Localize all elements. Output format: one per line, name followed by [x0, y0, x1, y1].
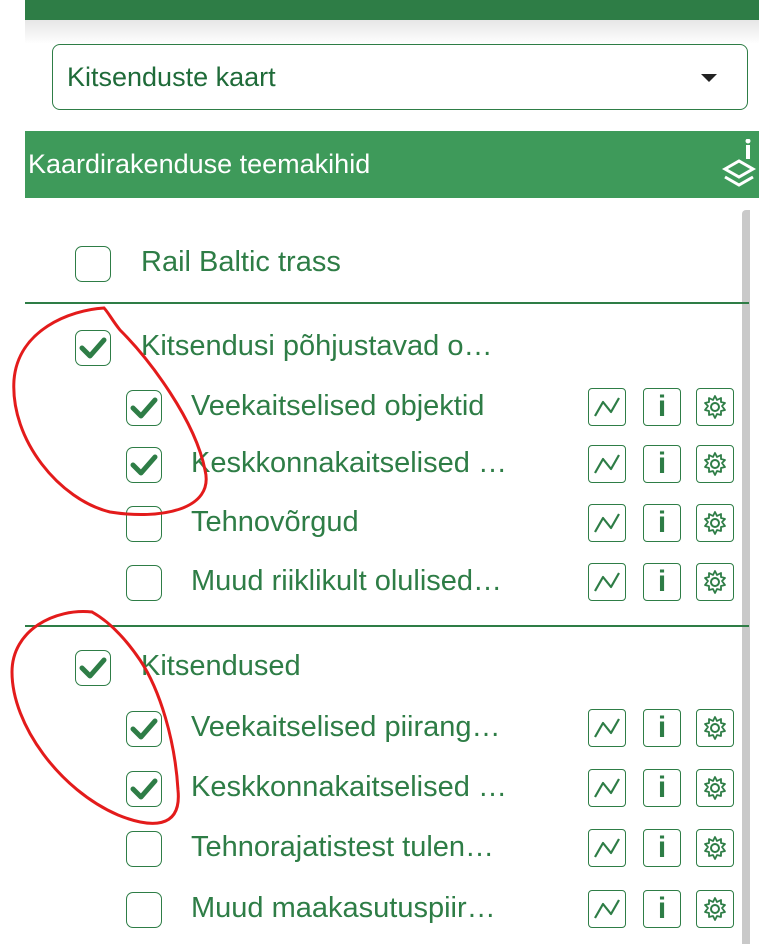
- info-icon[interactable]: i: [643, 709, 681, 747]
- top-bar: [25, 0, 759, 20]
- map-select-dropdown[interactable]: Kitsenduste kaart: [52, 44, 748, 110]
- info-icon[interactable]: i: [643, 445, 681, 483]
- info-glyph: i: [657, 390, 667, 423]
- layer-label-tehnorajatistest[interactable]: Tehnorajatistest tulen…: [191, 831, 561, 864]
- settings-gear-icon[interactable]: [696, 829, 734, 867]
- legend-line-icon[interactable]: [588, 563, 626, 601]
- layer-label-tehnovorgud[interactable]: Tehnovõrgud: [191, 506, 561, 539]
- divider: [25, 302, 749, 304]
- layers-info-icon[interactable]: [719, 139, 759, 191]
- top-bar-shadow: [25, 20, 759, 44]
- info-icon[interactable]: i: [643, 829, 681, 867]
- checkbox-keskkonnakaitselised-2[interactable]: [126, 771, 162, 807]
- check-icon: [130, 454, 158, 476]
- divider: [25, 625, 749, 627]
- checkbox-muud-riiklikult[interactable]: [126, 565, 162, 601]
- layer-label-veekaitselised-objektid[interactable]: Veekaitselised objektid: [191, 390, 561, 423]
- layer-label-muud-riiklikult[interactable]: Muud riiklikult olulised…: [191, 565, 561, 598]
- layer-label-rail-baltic[interactable]: Rail Baltic trass: [141, 246, 341, 279]
- settings-gear-icon[interactable]: [696, 563, 734, 601]
- info-icon[interactable]: i: [643, 890, 681, 928]
- checkbox-group-kitsendused[interactable]: [75, 650, 111, 686]
- check-icon: [79, 337, 107, 359]
- scrollbar[interactable]: [742, 210, 750, 944]
- settings-gear-icon[interactable]: [696, 504, 734, 542]
- checkbox-tehnorajatistest[interactable]: [126, 831, 162, 867]
- check-icon: [79, 657, 107, 679]
- info-glyph: i: [657, 771, 667, 804]
- info-icon[interactable]: i: [643, 388, 681, 426]
- checkbox-tehnovorgud[interactable]: [126, 506, 162, 542]
- checkbox-rail-baltic[interactable]: [75, 246, 111, 282]
- legend-line-icon[interactable]: [588, 829, 626, 867]
- info-glyph: i: [657, 831, 667, 864]
- info-glyph: i: [657, 892, 667, 925]
- legend-line-icon[interactable]: [588, 709, 626, 747]
- map-select-value: Kitsenduste kaart: [67, 62, 276, 92]
- checkbox-muud-maakasutus[interactable]: [126, 892, 162, 928]
- info-glyph: i: [657, 447, 667, 480]
- legend-line-icon[interactable]: [588, 388, 626, 426]
- settings-gear-icon[interactable]: [696, 388, 734, 426]
- checkbox-group-kitsendusi-pohjustavad[interactable]: [75, 330, 111, 366]
- legend-line-icon[interactable]: [588, 890, 626, 928]
- settings-gear-icon[interactable]: [696, 709, 734, 747]
- info-glyph: i: [657, 565, 667, 598]
- check-icon: [130, 718, 158, 740]
- info-icon[interactable]: i: [643, 769, 681, 807]
- checkbox-veekaitselised-objektid[interactable]: [126, 390, 162, 426]
- layer-label-veekaitselised-piirangud[interactable]: Veekaitselised piirang…: [191, 711, 561, 744]
- legend-line-icon[interactable]: [588, 504, 626, 542]
- legend-line-icon[interactable]: [588, 445, 626, 483]
- check-icon: [130, 778, 158, 800]
- layer-label-keskkonnakaitselised-1[interactable]: Keskkonnakaitselised …: [191, 447, 561, 480]
- section-header: Kaardirakenduse teemakihid: [25, 131, 759, 198]
- caret-down-icon[interactable]: [701, 74, 717, 82]
- layer-label-keskkonnakaitselised-2[interactable]: Keskkonnakaitselised …: [191, 771, 561, 804]
- legend-line-icon[interactable]: [588, 769, 626, 807]
- layer-label-muud-maakasutus[interactable]: Muud maakasutuspiir…: [191, 892, 561, 925]
- checkbox-keskkonnakaitselised-1[interactable]: [126, 447, 162, 483]
- info-glyph: i: [657, 506, 667, 539]
- group-label-kitsendusi-pohjustavad[interactable]: Kitsendusi põhjustavad o…: [141, 330, 492, 363]
- info-icon[interactable]: i: [643, 504, 681, 542]
- group-label-kitsendused[interactable]: Kitsendused: [141, 650, 301, 683]
- section-title: Kaardirakenduse teemakihid: [28, 149, 371, 179]
- settings-gear-icon[interactable]: [696, 445, 734, 483]
- info-glyph: i: [657, 711, 667, 744]
- checkbox-veekaitselised-piirangud[interactable]: [126, 711, 162, 747]
- check-icon: [130, 397, 158, 419]
- settings-gear-icon[interactable]: [696, 890, 734, 928]
- info-icon[interactable]: i: [643, 563, 681, 601]
- settings-gear-icon[interactable]: [696, 769, 734, 807]
